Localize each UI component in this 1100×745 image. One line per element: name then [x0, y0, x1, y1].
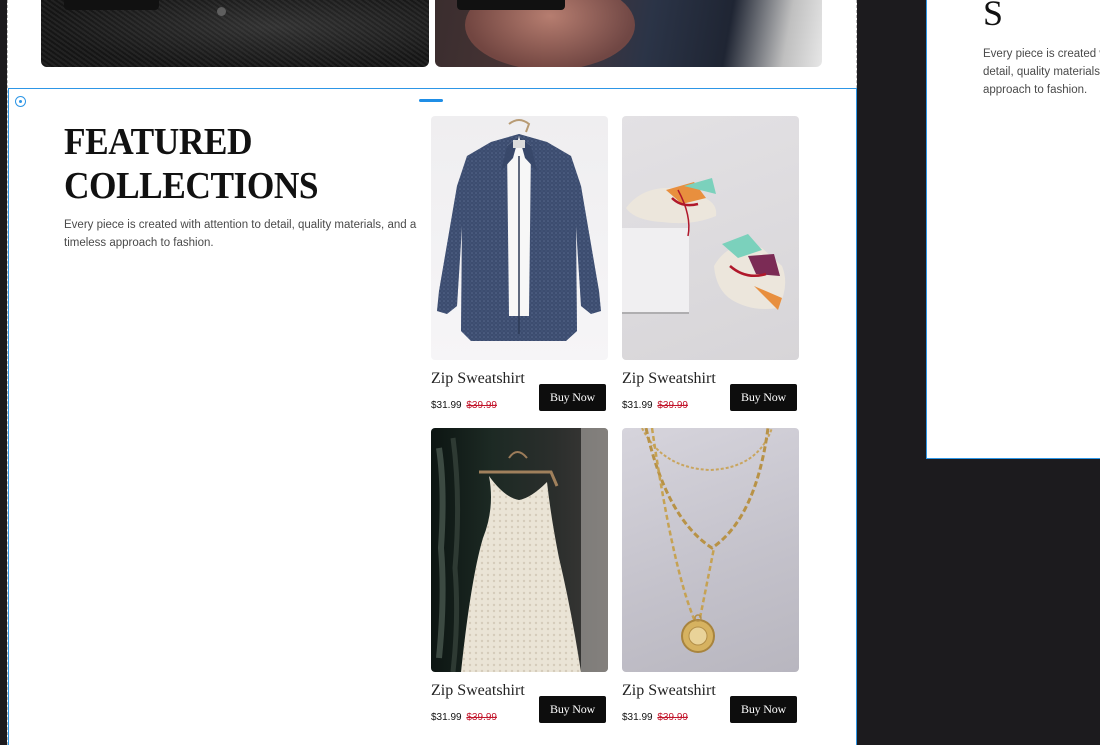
wedding-dress-photo[interactable]	[431, 428, 608, 672]
product-card[interactable]: Zip Sweatshirt $31.99 $39.99 Buy Now	[431, 116, 608, 411]
current-price: $31.99	[622, 712, 653, 723]
old-price: $39.99	[657, 712, 688, 723]
buy-now-button[interactable]: Buy Now	[730, 696, 797, 723]
title-line-2: COLLECTIONS	[64, 165, 319, 207]
product-card[interactable]: Zip Sweatshirt $31.99 $39.99 Buy Now	[622, 428, 799, 723]
buy-now-button[interactable]: Buy Now	[539, 696, 606, 723]
product-price: $31.99 $39.99	[431, 400, 497, 411]
model-skin-detail	[465, 0, 635, 67]
product-card[interactable]: Zip Sweatshirt $31.99 $39.99 Buy Now	[431, 428, 608, 723]
target-icon[interactable]	[15, 96, 26, 107]
denim-shirt-photo[interactable]	[431, 116, 608, 360]
denim-shirt-illustration	[437, 119, 601, 341]
adjacent-frame-panel[interactable]: S Every piece is created with attention …	[926, 0, 1100, 459]
buy-now-button[interactable]: Buy Now	[730, 384, 797, 411]
panel-title: S	[983, 0, 1004, 33]
panel-description: Every piece is created with attention to…	[983, 48, 1100, 96]
old-price: $39.99	[466, 712, 497, 723]
buy-now-button[interactable]: Buy Now	[539, 384, 606, 411]
product-card[interactable]: Zip Sweatshirt $31.99 $39.99 Buy Now	[622, 116, 799, 411]
product-name: Zip Sweatshirt	[431, 682, 525, 699]
model-image[interactable]	[435, 0, 822, 67]
sneakers-illustration	[622, 178, 786, 314]
knit-sweater-image[interactable]	[41, 0, 429, 67]
product-price: $31.99 $39.99	[431, 712, 497, 723]
section-description: Every piece is created with attention to…	[64, 219, 417, 249]
current-price: $31.99	[431, 400, 462, 411]
wedding-dress-illustration	[436, 428, 608, 672]
gold-necklace-illustration	[641, 428, 773, 653]
product-price: $31.99 $39.99	[622, 712, 688, 723]
current-price: $31.99	[622, 400, 653, 411]
top-left-button[interactable]	[64, 0, 159, 10]
product-name: Zip Sweatshirt	[622, 682, 716, 699]
old-price: $39.99	[466, 400, 497, 411]
old-price: $39.99	[657, 400, 688, 411]
product-price: $31.99 $39.99	[622, 400, 688, 411]
current-price: $31.99	[431, 712, 462, 723]
top-right-button[interactable]	[457, 0, 565, 10]
button-dot	[217, 7, 226, 16]
section-title: FEATURED COLLECTIONS	[64, 120, 319, 208]
sneakers-photo[interactable]	[622, 116, 799, 360]
product-name: Zip Sweatshirt	[431, 370, 525, 387]
title-line-1: FEATURED	[64, 121, 253, 163]
gold-necklace-photo[interactable]	[622, 428, 799, 672]
product-name: Zip Sweatshirt	[622, 370, 716, 387]
section-drag-handle[interactable]	[419, 99, 443, 102]
